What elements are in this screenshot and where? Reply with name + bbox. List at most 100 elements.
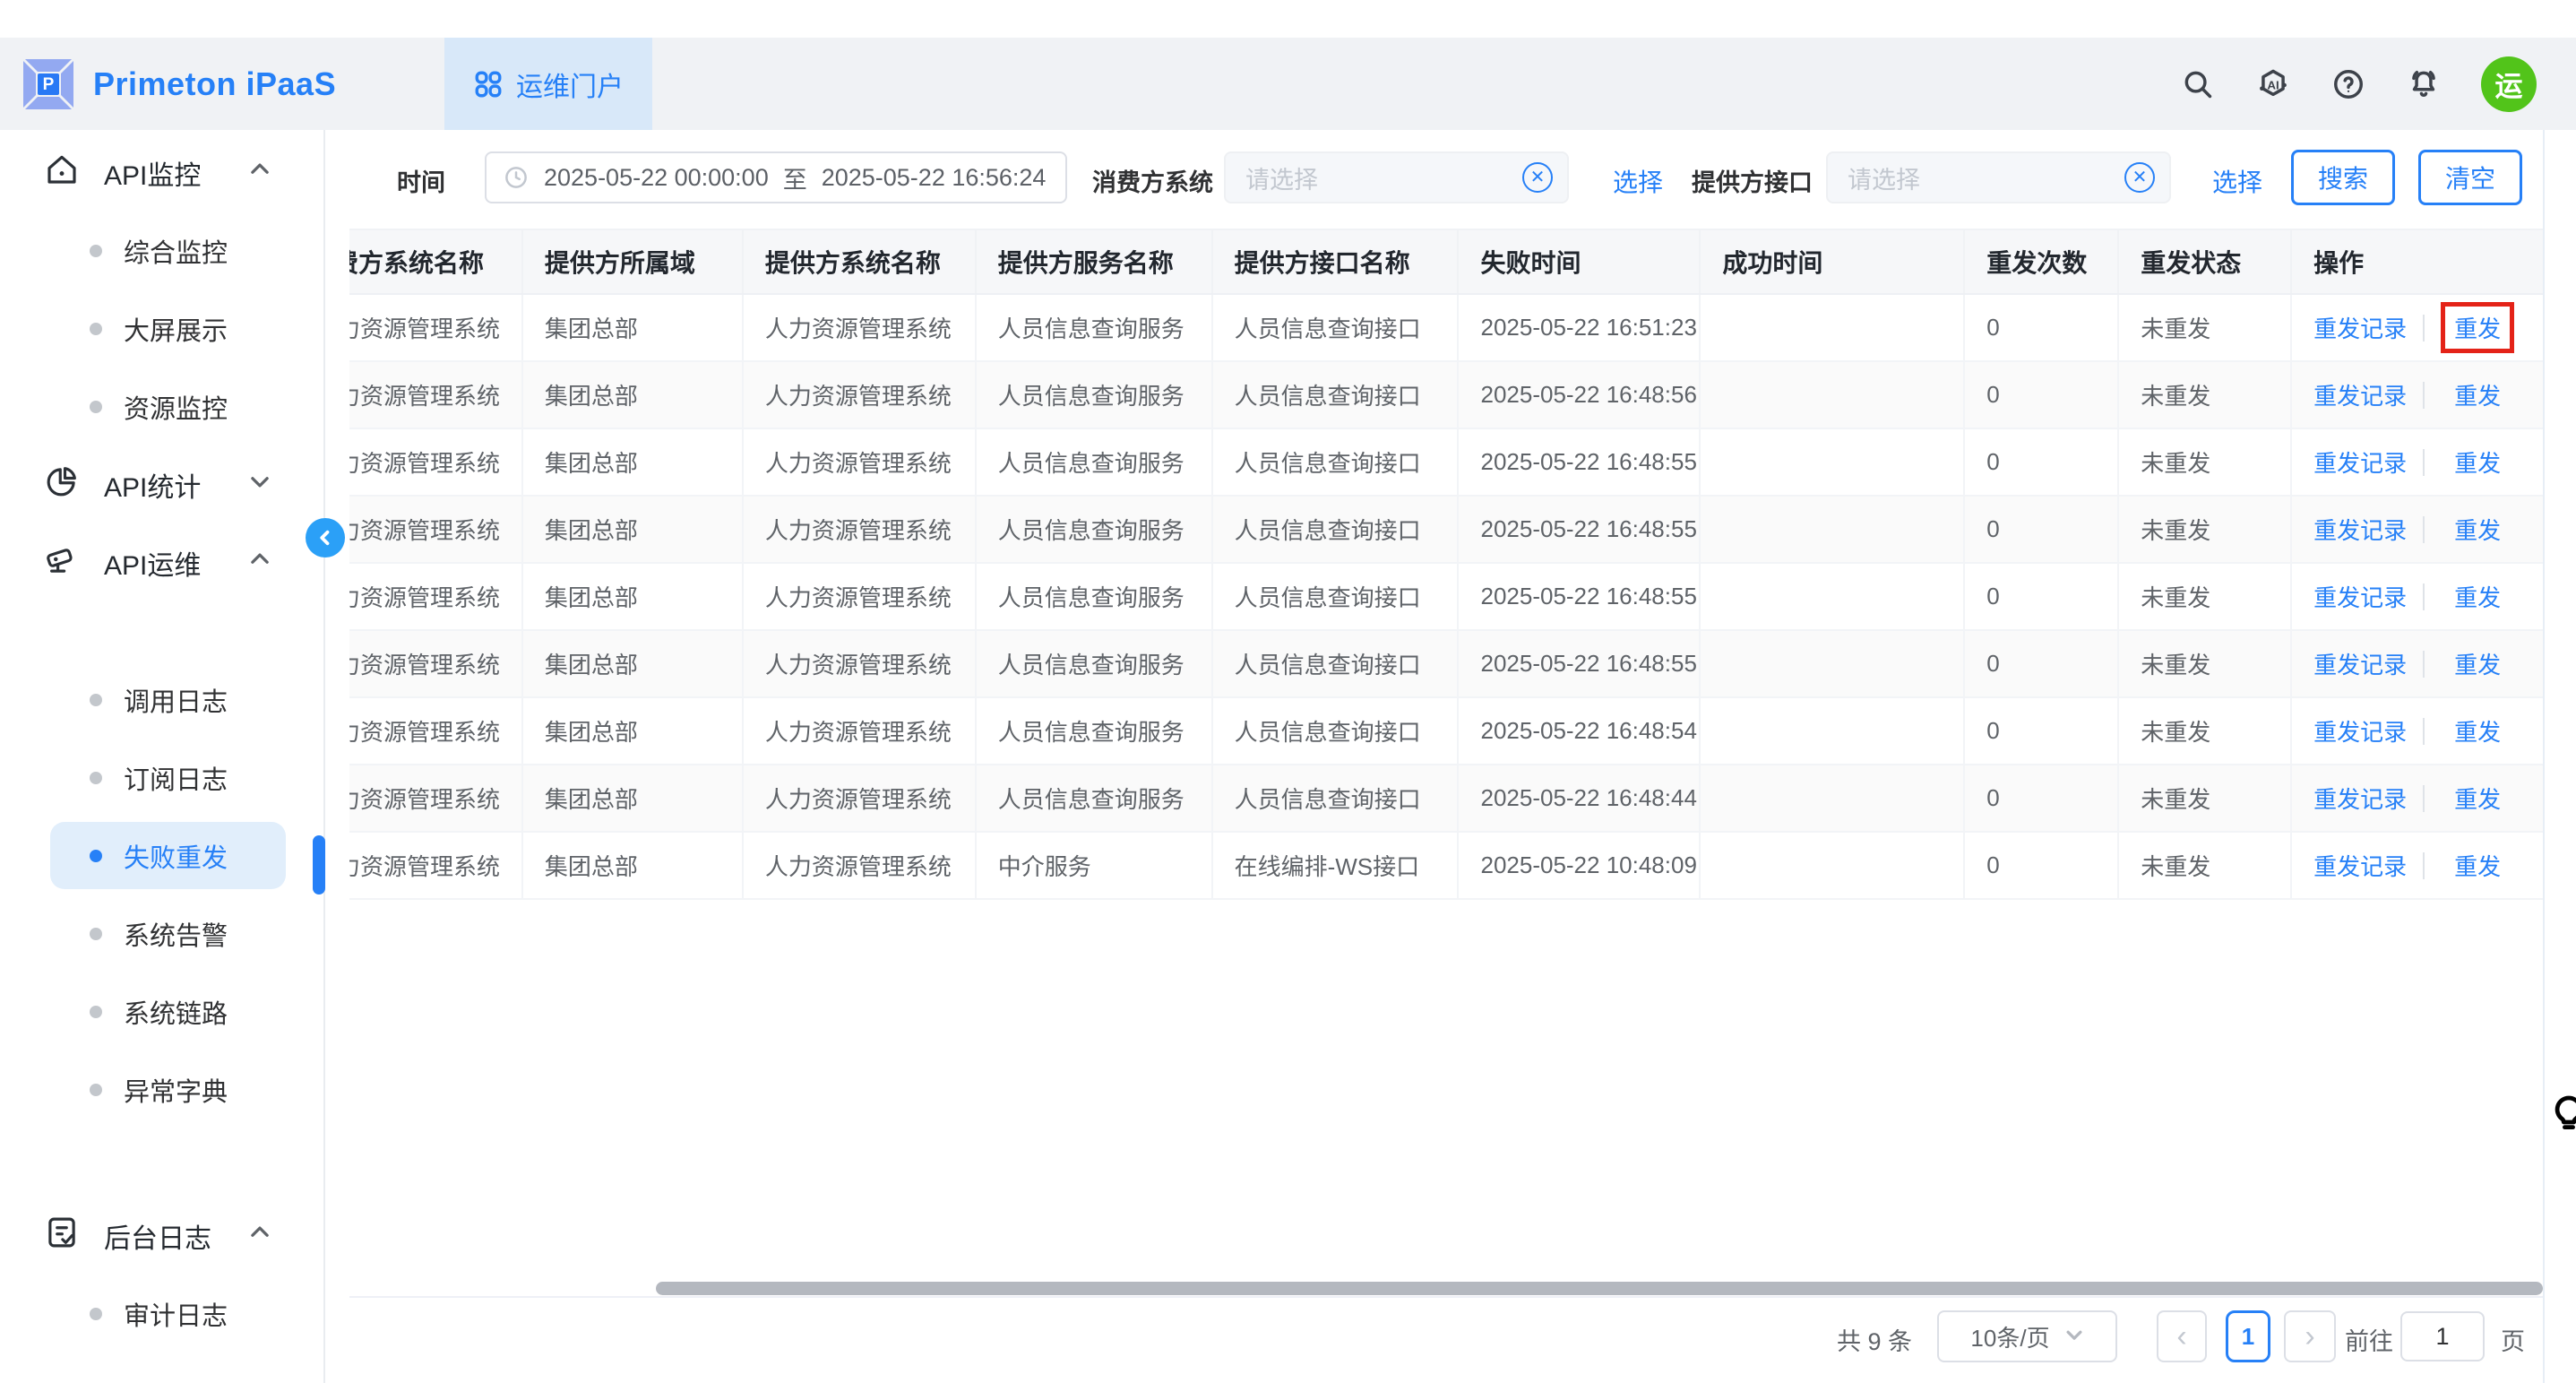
resend-record-link[interactable]: 重发记录	[2313, 849, 2407, 882]
clear-circle-icon[interactable]: ✕	[2124, 162, 2155, 193]
pie-chart-icon	[43, 462, 81, 507]
cell-consumer-system: 人力资源管理系统	[349, 429, 523, 495]
resend-record-link[interactable]: 重发记录	[2313, 513, 2407, 546]
content-right-edge	[2543, 130, 2545, 1383]
cell-resend-status: 未重发	[2119, 429, 2292, 495]
notification-bell-icon[interactable]	[2406, 66, 2442, 102]
col-success-time: 成功时间	[1701, 230, 1965, 293]
resend-link[interactable]: 重发	[2454, 849, 2501, 882]
resend-record-link[interactable]: 重发记录	[2313, 311, 2407, 344]
sidebar-scrollbar-thumb[interactable]	[313, 835, 325, 895]
current-page-button[interactable]: 1	[2226, 1310, 2270, 1362]
resend-link[interactable]: 重发	[2454, 311, 2501, 344]
cell-resend-count: 0	[1965, 698, 2119, 764]
consumer-select-link[interactable]: 选择	[1613, 163, 1663, 199]
cell-provider-system: 人力资源管理系统	[744, 564, 977, 629]
resend-link[interactable]: 重发	[2454, 647, 2501, 680]
resend-link[interactable]: 重发	[2454, 513, 2501, 546]
lightbulb-helper-icon[interactable]	[2549, 1091, 2576, 1145]
tab-operations-portal[interactable]: 运维门户	[444, 38, 652, 130]
resend-record-link[interactable]: 重发记录	[2313, 378, 2407, 411]
sidebar-item-resource-monitor[interactable]: 资源监控	[50, 373, 286, 440]
cell-resend-count: 0	[1965, 631, 2119, 696]
cell-consumer-system: 人力资源管理系统	[349, 362, 523, 428]
resend-link[interactable]: 重发	[2454, 782, 2501, 815]
apps-grid-icon	[473, 69, 504, 99]
bullet-icon	[90, 1308, 102, 1320]
clear-button[interactable]: 清空	[2418, 150, 2522, 205]
brand-logo: P Primeton iPaaS	[20, 38, 336, 130]
provider-select-link[interactable]: 选择	[2212, 163, 2262, 199]
date-range-input[interactable]: 2025-05-22 00:00:00 至 2025-05-22 16:56:2…	[485, 151, 1067, 203]
sidebar-group-api-statistics[interactable]: API统计	[0, 451, 323, 518]
page-size-select[interactable]: 10条/页	[1937, 1310, 2117, 1362]
cell-actions: 重发记录 重发	[2292, 497, 2544, 562]
col-fail-time: 失败时间	[1459, 230, 1701, 293]
clear-circle-icon[interactable]: ✕	[1522, 162, 1553, 193]
resend-link[interactable]: 重发	[2454, 378, 2501, 411]
chevron-down-icon	[248, 470, 271, 500]
resend-wrap: 重发	[2441, 840, 2514, 891]
sidebar-group-api-monitor[interactable]: API监控	[0, 139, 323, 206]
cell-provider-service: 人员信息查询服务	[977, 362, 1213, 428]
goto-page-input[interactable]	[2400, 1311, 2485, 1361]
ai-assistant-icon[interactable]: AI	[2255, 66, 2291, 102]
cell-provider-interface: 人员信息查询接口	[1213, 631, 1460, 696]
sidebar-group-backend-logs[interactable]: 后台日志	[0, 1202, 323, 1269]
next-page-button[interactable]: ›	[2284, 1310, 2336, 1362]
provider-interface-label: 提供方接口	[1692, 163, 1813, 198]
sidebar-group-label: API运维	[104, 543, 201, 583]
resend-record-link[interactable]: 重发记录	[2313, 647, 2407, 680]
cell-provider-interface: 人员信息查询接口	[1213, 295, 1460, 360]
resend-record-link[interactable]: 重发记录	[2313, 782, 2407, 815]
bullet-icon	[90, 850, 102, 862]
sidebar-item-call-logs[interactable]: 调用日志	[50, 666, 286, 733]
horizontal-scrollbar-thumb[interactable]	[656, 1282, 2543, 1295]
cell-provider-system: 人力资源管理系统	[744, 698, 977, 764]
resend-link[interactable]: 重发	[2454, 445, 2501, 479]
table-row: 人力资源管理系统 集团总部 人力资源管理系统 人员信息查询服务 人员信息查询接口…	[349, 429, 2544, 497]
sidebar-item-system-alerts[interactable]: 系统告警	[50, 900, 286, 967]
action-divider	[2423, 449, 2425, 476]
sidebar-item-overall-monitor[interactable]: 综合监控	[50, 217, 286, 284]
sidebar-item-label: 系统告警	[124, 915, 228, 953]
resend-record-link[interactable]: 重发记录	[2313, 445, 2407, 479]
sidebar-item-label: 审计日志	[124, 1295, 228, 1333]
cell-provider-domain: 集团总部	[523, 765, 744, 831]
col-resend-status: 重发状态	[2119, 230, 2292, 293]
cell-resend-status: 未重发	[2119, 362, 2292, 428]
header-icons: AI 运	[2180, 38, 2537, 130]
consumer-system-select[interactable]: 请选择 ✕	[1224, 151, 1569, 203]
provider-interface-select[interactable]: 请选择 ✕	[1826, 151, 2171, 203]
cell-provider-interface: 人员信息查询接口	[1213, 429, 1460, 495]
action-divider	[2423, 785, 2425, 812]
cell-provider-system: 人力资源管理系统	[744, 429, 977, 495]
cell-resend-status: 未重发	[2119, 497, 2292, 562]
resend-link[interactable]: 重发	[2454, 714, 2501, 748]
resend-record-link[interactable]: 重发记录	[2313, 714, 2407, 748]
search-button[interactable]: 搜索	[2291, 150, 2395, 205]
resend-link[interactable]: 重发	[2454, 580, 2501, 613]
prev-page-button[interactable]: ‹	[2157, 1310, 2207, 1362]
sidebar-item-audit-logs[interactable]: 审计日志	[50, 1280, 286, 1347]
sidebar-item-exception-dictionary[interactable]: 异常字典	[50, 1056, 286, 1123]
search-icon[interactable]	[2180, 66, 2216, 102]
help-icon[interactable]	[2330, 66, 2366, 102]
sidebar-collapse-button[interactable]	[306, 518, 345, 558]
sidebar-item-system-links[interactable]: 系统链路	[50, 978, 286, 1045]
user-avatar[interactable]: 运	[2481, 56, 2537, 112]
cell-consumer-system: 人力资源管理系统	[349, 698, 523, 764]
resend-record-link[interactable]: 重发记录	[2313, 580, 2407, 613]
sidebar-item-label: 大屏展示	[124, 310, 228, 348]
cell-fail-time: 2025-05-22 10:48:09	[1459, 833, 1701, 898]
sidebar-item-subscription-logs[interactable]: 订阅日志	[50, 744, 286, 811]
consumer-system-placeholder: 请选择	[1245, 160, 1522, 195]
sidebar-item-big-screen[interactable]: 大屏展示	[50, 295, 286, 362]
cell-resend-count: 0	[1965, 564, 2119, 629]
table-bottom-divider	[349, 1296, 2544, 1298]
table-row: 人力资源管理系统 集团总部 人力资源管理系统 人员信息查询服务 人员信息查询接口…	[349, 631, 2544, 698]
cell-resend-count: 0	[1965, 497, 2119, 562]
sidebar-item-failure-resend[interactable]: 失败重发	[50, 822, 286, 889]
cell-provider-interface: 在线编排-WS接口	[1213, 833, 1460, 898]
sidebar-group-api-operations[interactable]: API运维	[0, 529, 323, 596]
